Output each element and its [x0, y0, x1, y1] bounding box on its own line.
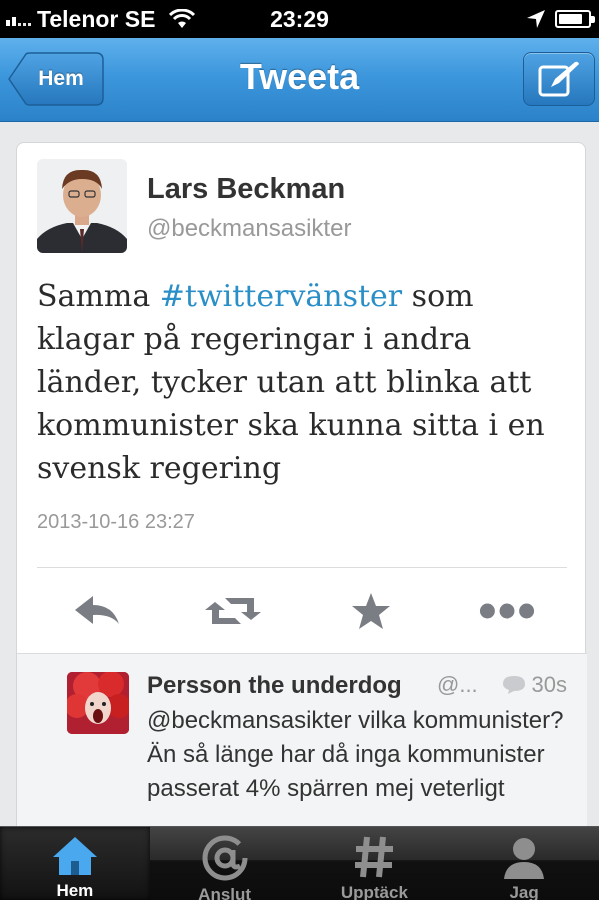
- tab-connect[interactable]: Anslut: [150, 827, 300, 900]
- tweet-text-start: Samma: [37, 279, 160, 314]
- tab-discover[interactable]: Upptäck: [300, 827, 450, 900]
- wifi-icon: [169, 9, 196, 28]
- reply-text: @beckmansasikter vilka kommunister? Än s…: [147, 707, 564, 802]
- location-arrow-icon: [527, 10, 545, 28]
- at-icon: [202, 835, 248, 881]
- tweet-actions: [17, 575, 587, 647]
- tab-label: Upptäck: [340, 883, 408, 900]
- compose-icon: [538, 61, 579, 97]
- retweet-icon: [205, 598, 261, 624]
- person-icon: [504, 838, 545, 879]
- speech-bubble-icon: [502, 676, 525, 694]
- tab-home[interactable]: Hem: [0, 827, 150, 900]
- tab-label: Jag: [509, 883, 539, 900]
- reply-icon: [75, 596, 119, 624]
- reply-time: 30s: [502, 672, 567, 698]
- author-avatar[interactable]: [37, 159, 127, 253]
- reply-author-photo: [67, 672, 129, 734]
- divider: [37, 567, 567, 568]
- hashtag-link[interactable]: #twittervänster: [160, 279, 402, 314]
- reply-button[interactable]: [69, 587, 125, 635]
- favorite-icon: [352, 593, 390, 629]
- carrier-name: Telenor SE: [37, 5, 156, 32]
- tab-bar: Hem Anslut Upptäck Jag: [0, 826, 599, 900]
- battery-icon: [555, 10, 595, 28]
- page-title: Tweeta: [239, 56, 360, 97]
- reply-avatar[interactable]: [67, 672, 129, 734]
- reply-item[interactable]: Persson the underdog @... 30s @beckmansa…: [17, 653, 587, 843]
- home-icon: [52, 837, 97, 875]
- author-name[interactable]: Lars Beckman: [147, 173, 345, 206]
- tab-label: Anslut: [198, 885, 252, 900]
- tweet-text: Samma #twittervänster som klagar på rege…: [37, 275, 577, 490]
- tweet-card: Lars Beckman @beckmansasikter Samma #twi…: [16, 142, 587, 843]
- hash-icon: [355, 836, 394, 878]
- navigation-bar: Hem Tweeta: [0, 38, 599, 122]
- reply-author-handle: @...: [437, 672, 478, 697]
- more-icon: [479, 603, 535, 619]
- retweet-button[interactable]: [205, 587, 261, 635]
- tab-label: Hem: [56, 881, 94, 900]
- author-handle[interactable]: @beckmansasikter: [147, 215, 351, 243]
- favorite-button[interactable]: [343, 587, 399, 635]
- reply-time-text: 30s: [531, 672, 567, 697]
- more-button[interactable]: [479, 587, 535, 635]
- signal-strength-icon: [6, 12, 31, 26]
- compose-button[interactable]: [523, 52, 595, 106]
- status-bar: Telenor SE 23:29: [0, 0, 599, 38]
- reply-author-name[interactable]: Persson the underdog: [147, 672, 402, 700]
- author-photo: [37, 159, 127, 253]
- tweet-timestamp: 2013-10-16 23:27: [37, 511, 195, 533]
- tab-me[interactable]: Jag: [449, 827, 599, 900]
